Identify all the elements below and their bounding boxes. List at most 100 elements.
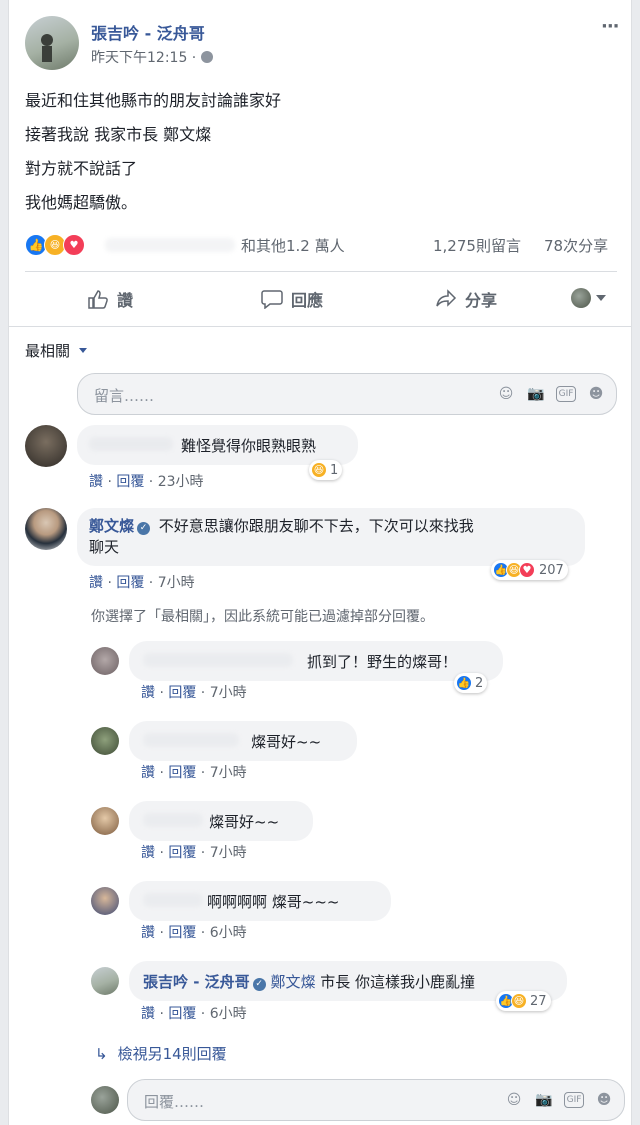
comments-count[interactable]: 1,275則留言: [433, 235, 521, 256]
camera-icon[interactable]: 📷: [534, 1090, 554, 1110]
reply-text: 市長 你這樣我小鹿亂撞: [315, 973, 476, 991]
reply-arrow-icon: ↳: [95, 1045, 108, 1063]
reply-box-avatar: [91, 1086, 119, 1114]
reply-bubble: 啊啊啊啊 燦哥~~~: [129, 881, 391, 921]
comment-input[interactable]: 留言…… ☺ 📷 GIF ☻: [77, 373, 617, 415]
post-text: 最近和住其他縣市的朋友討論誰家好 接著我說 我家市長 鄭文燦 對方就不說話了 我…: [25, 84, 281, 220]
comment-reactions[interactable]: 😆 1: [309, 460, 343, 480]
caret-down-icon: [78, 348, 87, 353]
share-arrow-icon: [436, 289, 457, 307]
commenter-name-hidden: [89, 437, 173, 451]
comment-bubble: 鄭文燦 ✓ 不好意思讓你跟朋友聊不下去，下次可以來找我 聊天: [77, 508, 585, 566]
reply-reply-link[interactable]: 回覆: [168, 925, 196, 941]
reply-avatar[interactable]: [91, 887, 119, 915]
comment-like-link[interactable]: 讚: [89, 474, 103, 490]
reply-text: 啊啊啊啊 燦哥~~~: [207, 893, 340, 911]
reply-time[interactable]: 6小時: [210, 1006, 247, 1022]
comment-button[interactable]: 回應: [261, 284, 323, 314]
love-reaction-icon: ♥: [63, 234, 85, 256]
comment-placeholder: 留言……: [94, 387, 155, 405]
comment-time[interactable]: 23小時: [158, 474, 204, 490]
reply-reactions[interactable]: 👍 2: [454, 673, 488, 693]
reply-like-link[interactable]: 讚: [141, 685, 155, 701]
reply-time[interactable]: 6小時: [210, 925, 247, 941]
reply-bubble: 燦哥好~~: [129, 721, 357, 761]
share-button[interactable]: 分享: [435, 284, 497, 314]
comment-like-link[interactable]: 讚: [89, 575, 103, 591]
reply-reply-link[interactable]: 回覆: [168, 845, 196, 861]
reply-actions: 讚 · 回覆 · 6小時: [141, 925, 247, 941]
like-label: 讚: [117, 291, 134, 310]
reply-bubble: 抓到了！野生的燦哥！: [129, 641, 503, 681]
post-time-text: 昨天下午12:15 ·: [91, 50, 201, 66]
emoji-icon[interactable]: ☺: [504, 1090, 524, 1110]
reply-like-link[interactable]: 讚: [141, 845, 155, 861]
haha-reaction-icon: 😆: [511, 993, 527, 1009]
reaction-summary[interactable]: 和其他1.2 萬人: [241, 235, 345, 256]
mention-link[interactable]: 鄭文燦: [270, 973, 315, 991]
reply-author[interactable]: 張吉吟 - 泛舟哥: [143, 973, 250, 991]
sticker-icon[interactable]: ☻: [586, 384, 606, 404]
view-more-label: 檢視另14則回覆: [117, 1045, 227, 1063]
comment-reactions[interactable]: 👍 😆 ♥ 207: [491, 560, 568, 580]
haha-reaction-icon: 😆: [311, 462, 327, 478]
commenter-avatar[interactable]: [25, 508, 67, 550]
comment-time[interactable]: 7小時: [158, 575, 195, 591]
comment-content: 鄭文燦 ✓ 不好意思讓你跟朋友聊不下去，下次可以來找我 聊天: [89, 516, 573, 558]
post-line: 接著我說 我家市長 鄭文燦: [25, 125, 212, 144]
shares-count[interactable]: 78次分享: [544, 235, 608, 256]
reply-actions: 讚 · 回覆 · 7小時: [141, 765, 247, 781]
view-more-replies[interactable]: ↳ 檢視另14則回覆: [95, 1043, 227, 1064]
comment-author[interactable]: 鄭文燦: [89, 517, 134, 535]
gif-icon[interactable]: GIF: [564, 1092, 584, 1108]
reply-reactions[interactable]: 👍 😆 27: [496, 991, 551, 1011]
reply-text: 燦哥好~~: [251, 733, 322, 751]
verified-badge-icon: ✓: [252, 978, 266, 991]
comment-reply-link[interactable]: 回覆: [116, 575, 144, 591]
comment-box-avatar: [25, 388, 57, 402]
reply-reply-link[interactable]: 回覆: [168, 685, 196, 701]
commenter-avatar[interactable]: [25, 425, 67, 467]
replier-name-hidden: [143, 893, 203, 907]
reply-content: 張吉吟 - 泛舟哥 ✓ 鄭文燦 市長 你這樣我小鹿亂撞: [143, 971, 475, 992]
post-time[interactable]: 昨天下午12:15 ·: [91, 47, 213, 67]
reaction-count: 27: [530, 993, 547, 1009]
sort-dropdown[interactable]: 最相關: [25, 340, 87, 361]
comment-input-tools: ☺ 📷 GIF ☻: [496, 384, 606, 404]
comment-bubble: 難怪覺得你眼熟眼熟: [77, 425, 358, 465]
reply-like-link[interactable]: 讚: [141, 765, 155, 781]
camera-icon[interactable]: 📷: [526, 384, 546, 404]
chevron-down-icon: [596, 295, 606, 301]
more-options-icon[interactable]: ···: [601, 16, 619, 37]
reply-bubble: 燦哥好~~: [129, 801, 313, 841]
replier-name-hidden: [143, 733, 239, 747]
post-author[interactable]: 張吉吟 - 泛舟哥: [91, 20, 205, 44]
reaction-count: 207: [539, 562, 564, 578]
reply-time[interactable]: 7小時: [210, 845, 247, 861]
reply-like-link[interactable]: 讚: [141, 925, 155, 941]
reply-reply-link[interactable]: 回覆: [168, 1006, 196, 1022]
reply-avatar[interactable]: [91, 807, 119, 835]
reply-avatar[interactable]: [91, 647, 119, 675]
reply-avatar[interactable]: [91, 727, 119, 755]
comment-reply-link[interactable]: 回覆: [116, 474, 144, 490]
reply-reply-link[interactable]: 回覆: [168, 765, 196, 781]
emoji-icon[interactable]: ☺: [496, 384, 516, 404]
reply-time[interactable]: 7小時: [210, 685, 247, 701]
comment-label: 回應: [291, 291, 324, 310]
comment-actions: 讚 · 回覆 · 23小時: [89, 474, 204, 490]
like-button[interactable]: 讚: [87, 284, 133, 314]
reply-avatar[interactable]: [91, 967, 119, 995]
reply-like-link[interactable]: 讚: [141, 1006, 155, 1022]
profile-avatar: [571, 288, 591, 308]
share-label: 分享: [465, 291, 498, 310]
sticker-icon[interactable]: ☻: [594, 1090, 614, 1110]
reply-input[interactable]: 回覆…… ☺ 📷 GIF ☻: [127, 1079, 625, 1121]
reaction-names-hidden: [105, 238, 235, 252]
post-as-selector[interactable]: [571, 288, 606, 308]
gif-icon[interactable]: GIF: [556, 386, 576, 402]
reaction-icons[interactable]: 👍 😆 ♥: [25, 234, 85, 256]
author-avatar[interactable]: [25, 16, 79, 70]
reply-time[interactable]: 7小時: [210, 765, 247, 781]
divider: [25, 271, 617, 272]
